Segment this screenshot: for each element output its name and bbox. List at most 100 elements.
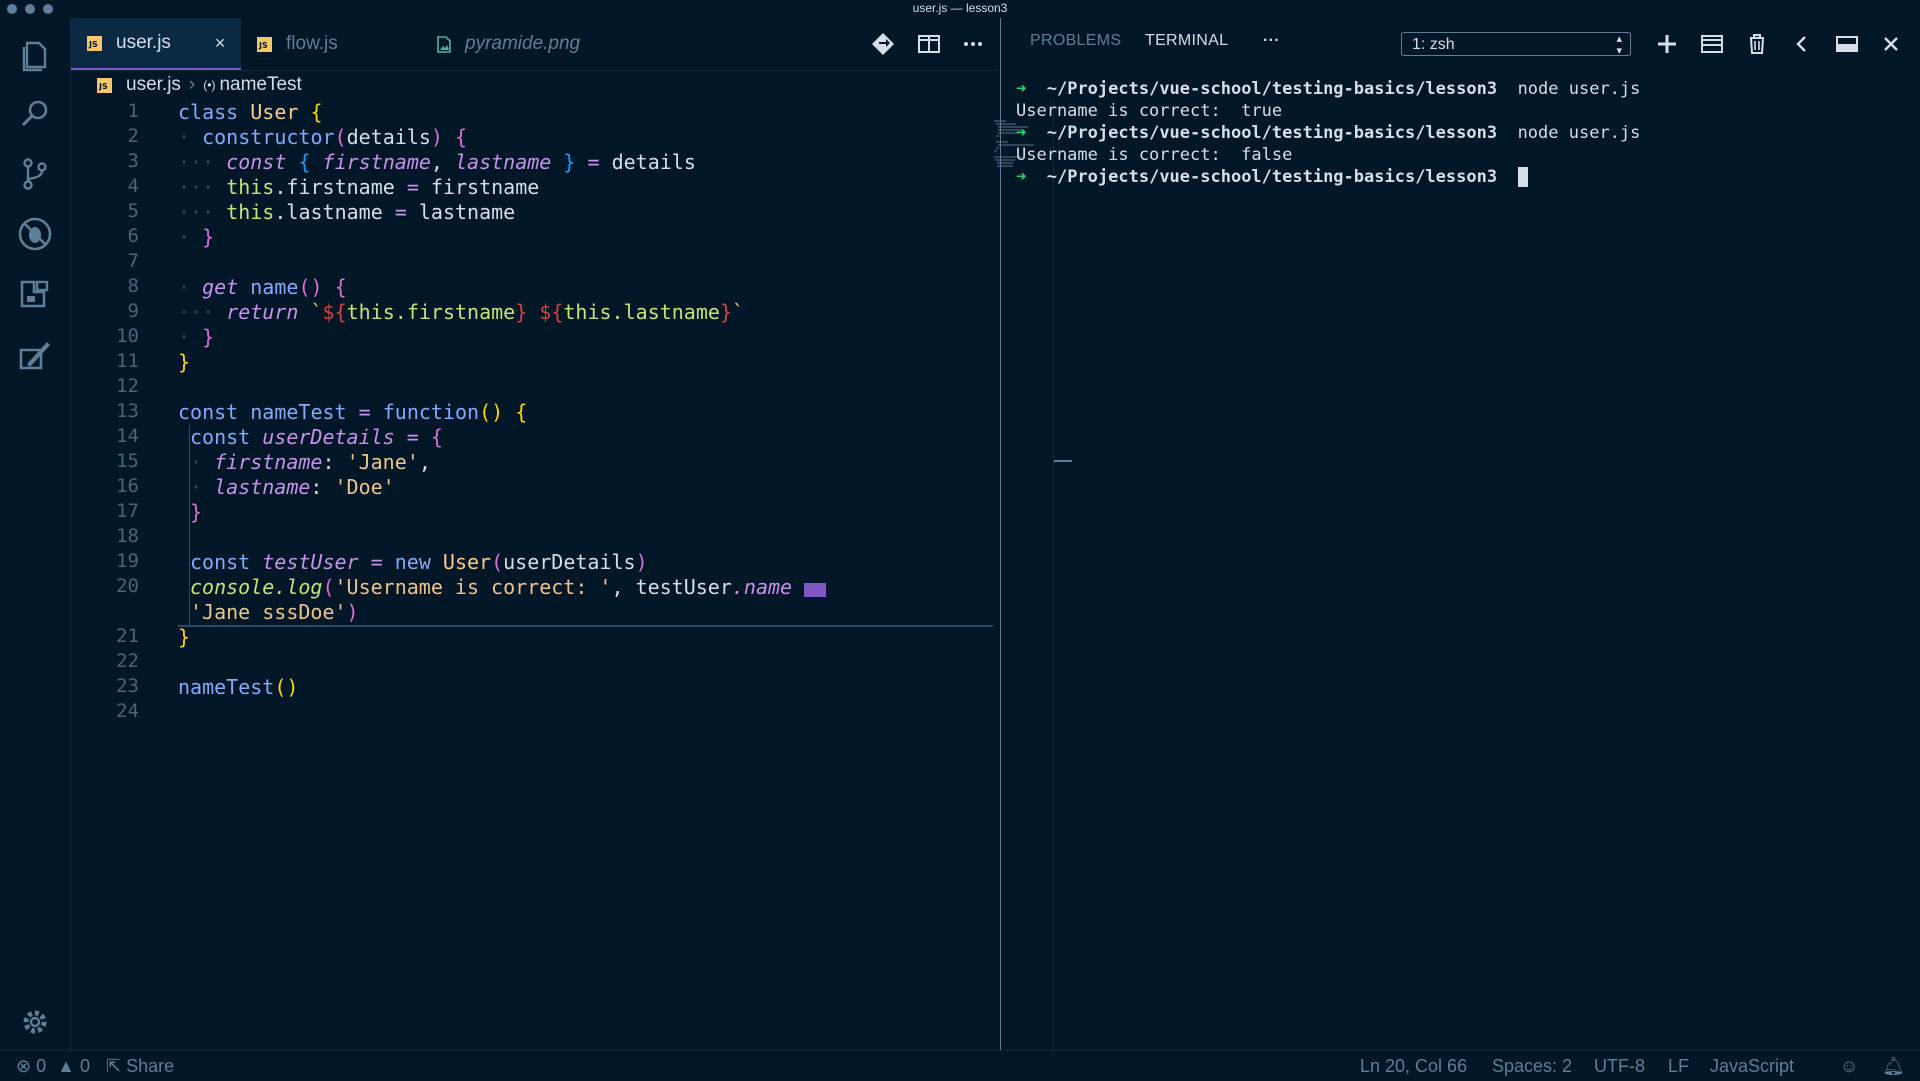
code-line: } — [190, 500, 203, 524]
line-number: 20 — [116, 575, 139, 597]
tab-label: user.js — [116, 32, 171, 53]
terminal-line: Username is correct: false — [1016, 145, 1293, 165]
code-line: ··· this.lastname = lastname — [178, 200, 516, 224]
code-line: ··· this.firstname = firstname — [178, 175, 540, 199]
breadcrumb-separator: › — [188, 74, 196, 95]
chevron-left-icon[interactable] — [1788, 30, 1816, 58]
eol-status[interactable]: LF — [1668, 1056, 1689, 1077]
line-number: 6 — [127, 225, 139, 247]
problems-status[interactable]: ⊗ 0 ▲ 0 — [16, 1056, 90, 1077]
prompt-arrow-icon: ➜ — [1016, 123, 1027, 143]
breadcrumb-file[interactable]: user.js — [126, 74, 181, 96]
prompt-arrow-icon: ➜ — [1016, 167, 1027, 187]
code-line: · firstname: 'Jane', — [190, 450, 431, 474]
indentation-status[interactable]: Spaces: 2 — [1492, 1056, 1572, 1077]
terminal-line: Username is correct: true — [1016, 101, 1283, 121]
prompt-arrow-icon: ➜ — [1016, 79, 1027, 99]
line-number: 22 — [116, 650, 139, 672]
line-number: 23 — [116, 675, 139, 697]
encoding-status[interactable]: UTF-8 — [1594, 1056, 1645, 1077]
line-number: 16 — [116, 475, 139, 497]
code-line: · constructor(details) { — [178, 125, 468, 149]
trash-icon[interactable] — [1743, 30, 1771, 58]
code-line: } — [178, 625, 191, 649]
title-bar: user.js — lesson3 — [0, 0, 1920, 18]
line-number: 9 — [127, 300, 139, 322]
tab-terminal[interactable]: TERMINAL — [1145, 32, 1228, 50]
line-number: 14 — [116, 425, 139, 447]
tab-problems[interactable]: PROBLEMS — [1030, 32, 1121, 50]
tab-label: pyramide.png — [465, 33, 581, 54]
error-count: 0 — [36, 1056, 47, 1076]
breadcrumb-symbol[interactable]: nameTest — [219, 74, 301, 96]
breadcrumb: JS user.js › (•) nameTest — [71, 70, 999, 100]
javascript-file-icon: JS — [97, 77, 112, 93]
open-changes-icon[interactable] — [869, 30, 897, 58]
explorer-icon[interactable] — [15, 35, 55, 75]
settings-gear-icon[interactable] — [15, 1002, 55, 1042]
maximize-panel-icon[interactable] — [1833, 30, 1861, 58]
code-line: console.log('Username is correct: ', tes… — [190, 575, 826, 599]
terminal-cursor — [1517, 167, 1528, 187]
line-number: 18 — [116, 525, 139, 547]
close-panel-icon[interactable] — [1877, 30, 1905, 58]
terminal-select[interactable]: 1: zsh ▴ ▾ — [1401, 32, 1631, 57]
source-control-icon[interactable] — [15, 154, 55, 194]
line-number: 11 — [116, 350, 139, 372]
split-terminal-icon[interactable] — [1698, 30, 1726, 58]
activity-bar — [0, 18, 71, 1050]
code-line: ··· return `${this.firstname} ${this.las… — [178, 300, 745, 324]
line-number: 1 — [127, 100, 139, 122]
line-number: 24 — [116, 700, 139, 722]
share-icon: ⇱ — [106, 1056, 122, 1076]
window-title: user.js — lesson3 — [912, 1, 1008, 15]
select-chevron-icon: ▴ ▾ — [1616, 33, 1622, 57]
javascript-file-icon: JS — [87, 35, 102, 51]
tab-label: flow.js — [286, 33, 338, 54]
line-number: 2 — [127, 125, 139, 147]
close-tab-icon[interactable]: × — [215, 33, 226, 54]
indent-guide — [189, 425, 190, 625]
cursor-position[interactable]: Ln 20, Col 66 — [1360, 1056, 1467, 1077]
share-label: Share — [126, 1056, 175, 1076]
more-actions-icon[interactable] — [959, 30, 987, 58]
javascript-file-icon: JS — [257, 36, 272, 52]
tab-pyramide-png[interactable]: pyramide.png — [411, 18, 611, 70]
tab-flow-js[interactable]: JS flow.js — [241, 18, 411, 70]
line-number: 7 — [127, 250, 139, 272]
code-line: ··· const { firstname, lastname } = deta… — [178, 150, 696, 174]
code-line-wrapped: 'Jane sssDoe') — [190, 600, 359, 624]
current-line-highlight — [178, 625, 993, 627]
terminal-line: ➜ ~/Projects/vue-school/testing-basics/l… — [1016, 167, 1528, 187]
line-number: 8 — [127, 275, 139, 297]
editor-group: JS user.js × JS flow.js pyramide.png JS … — [71, 18, 1072, 1068]
language-mode[interactable]: JavaScript — [1710, 1056, 1794, 1077]
line-number: 4 — [127, 175, 139, 197]
notifications-bell-icon[interactable]: 🔔︎ — [1882, 1056, 1905, 1077]
tab-user-js[interactable]: JS user.js × — [71, 18, 241, 70]
line-number: 17 — [116, 500, 139, 522]
warning-icon: ▲ — [57, 1056, 75, 1076]
line-number: 21 — [116, 625, 139, 647]
search-icon[interactable] — [15, 94, 55, 134]
remote-explorer-icon[interactable] — [15, 334, 55, 374]
code-line: const nameTest = function() { — [178, 400, 528, 424]
image-file-icon — [437, 35, 451, 53]
feedback-smiley-icon[interactable]: ☺ — [1840, 1056, 1858, 1077]
panel-more-icon[interactable]: ··· — [1263, 32, 1280, 50]
editor-tabs: JS user.js × JS flow.js pyramide.png — [71, 18, 999, 71]
line-number: 15 — [116, 450, 139, 472]
line-number: 10 — [116, 325, 139, 347]
split-editor-icon[interactable] — [915, 30, 943, 58]
terminal-line: ➜ ~/Projects/vue-school/testing-basics/l… — [1016, 123, 1641, 143]
debug-icon[interactable] — [15, 214, 55, 254]
new-terminal-icon[interactable] — [1653, 30, 1681, 58]
terminal-line: ➜ ~/Projects/vue-school/testing-basics/l… — [1016, 79, 1641, 99]
code-line: nameTest() — [178, 675, 299, 699]
line-number: 12 — [116, 375, 139, 397]
extensions-icon[interactable] — [15, 274, 55, 314]
line-number: 3 — [127, 150, 139, 172]
line-number: 13 — [116, 400, 139, 422]
code-line: } — [178, 350, 191, 374]
share-button[interactable]: ⇱ Share — [106, 1056, 174, 1077]
